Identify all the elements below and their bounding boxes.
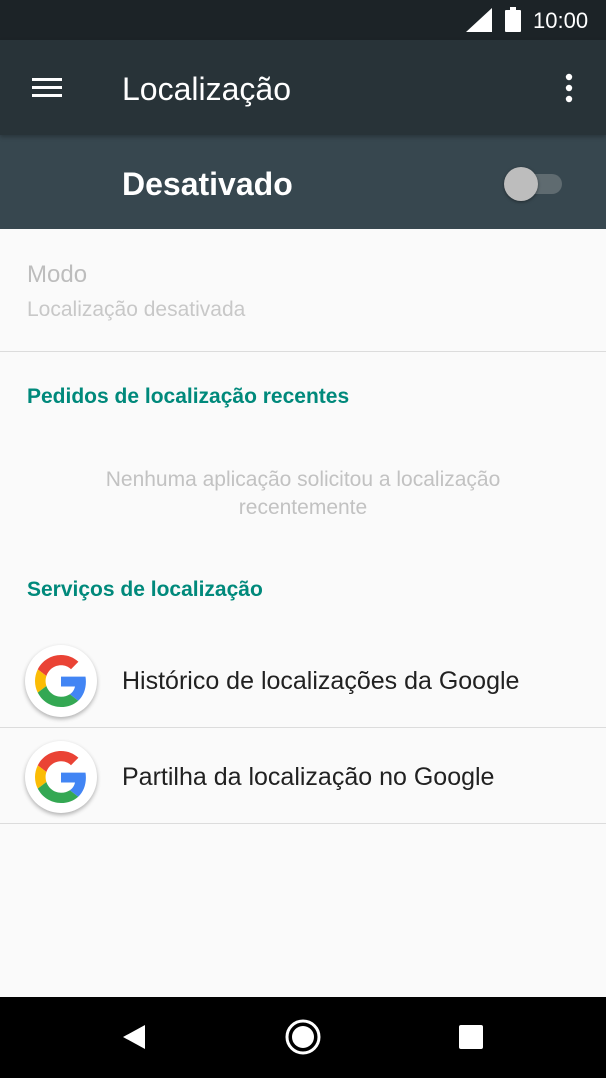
mode-title: Modo (27, 261, 88, 288)
clock: 10:00 (533, 8, 589, 33)
home-icon[interactable] (283, 1017, 323, 1057)
back-icon[interactable] (115, 1017, 155, 1057)
google-icon (25, 741, 97, 813)
more-vert-icon[interactable] (554, 68, 584, 108)
battery-icon (505, 7, 521, 32)
master-switch-label: Desativado (122, 166, 293, 202)
service-item-label: Histórico de localizações da Google (122, 667, 520, 695)
google-icon (25, 645, 97, 717)
status-bar: 10:00 (0, 0, 606, 40)
service-item-location-sharing[interactable]: Partilha da localização no Google (0, 728, 606, 824)
master-switch-bar[interactable]: Desativado (0, 135, 606, 229)
recent-requests-header: Pedidos de localização recentes (27, 385, 350, 408)
divider (0, 351, 606, 352)
mode-setting: Modo Localização desativada (0, 229, 606, 352)
toggle-thumb (504, 167, 538, 201)
location-services-header: Serviços de localização (27, 578, 263, 601)
signal-icon (466, 8, 492, 32)
navigation-bar (0, 997, 606, 1078)
divider (0, 823, 606, 824)
app-bar: Localização (0, 40, 606, 135)
empty-message-line-1: Nenhuma aplicação solicitou a localizaçã… (105, 468, 501, 491)
recents-icon[interactable] (451, 1017, 491, 1057)
mode-subtitle: Localização desativada (27, 298, 246, 321)
service-item-location-history[interactable]: Histórico de localizações da Google (0, 632, 606, 728)
empty-recent-requests-message: Nenhuma aplicação solicitou a localizaçã… (40, 466, 566, 522)
service-item-label: Partilha da localização no Google (122, 763, 495, 791)
location-toggle[interactable] (504, 167, 562, 201)
menu-icon[interactable] (22, 68, 72, 108)
empty-message-line-2: recentemente (238, 496, 368, 519)
page-title: Localização (122, 71, 291, 107)
